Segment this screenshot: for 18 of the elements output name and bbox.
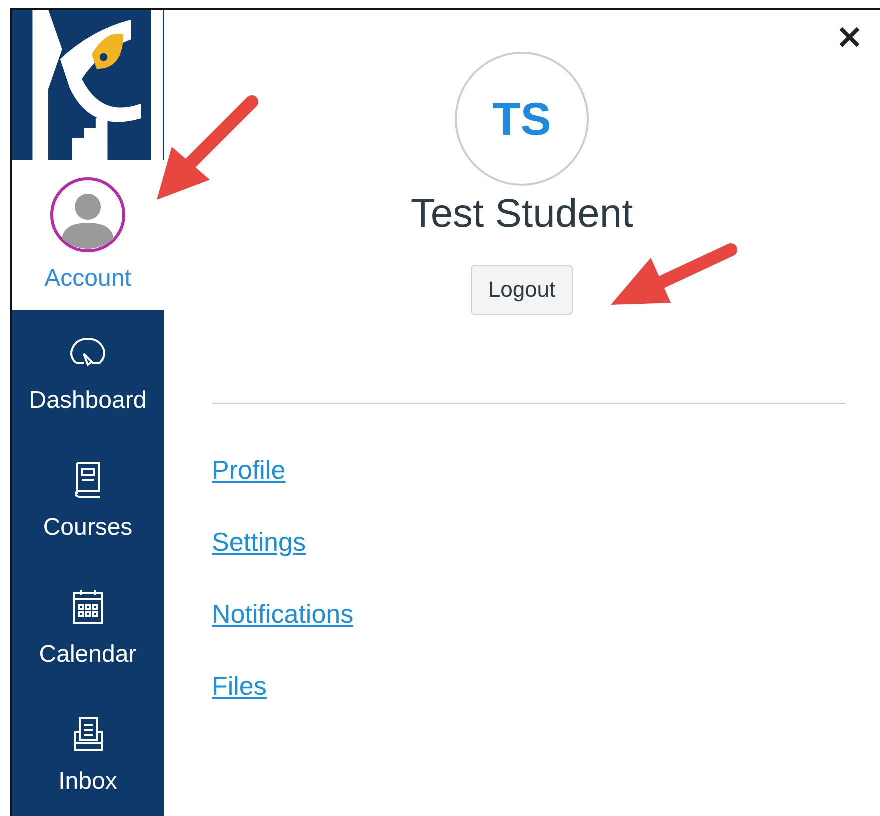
nav-label: Dashboard [29,386,147,414]
nav-label: Calendar [39,640,137,668]
close-button[interactable]: × [836,24,864,46]
nav-item[interactable]: Courses [12,437,164,564]
nav-item[interactable]: Dashboard [12,310,164,437]
user-avatar-icon [50,177,126,253]
menu-link[interactable]: Files [212,670,267,702]
nav-item[interactable]: Calendar [12,564,164,691]
menu-link[interactable]: Profile [212,454,286,486]
nav-item[interactable]: Inbox [12,691,164,816]
nav-label: Courses [43,514,133,542]
menu-link[interactable]: Notifications [212,598,354,630]
nav-label: Account [44,265,132,293]
user-name: Test Student [410,192,634,237]
menu-link[interactable]: Settings [212,526,306,558]
initials-avatar: TS [455,52,589,186]
logout-button[interactable]: Logout [471,265,573,315]
nav-label: Inbox [58,768,118,796]
